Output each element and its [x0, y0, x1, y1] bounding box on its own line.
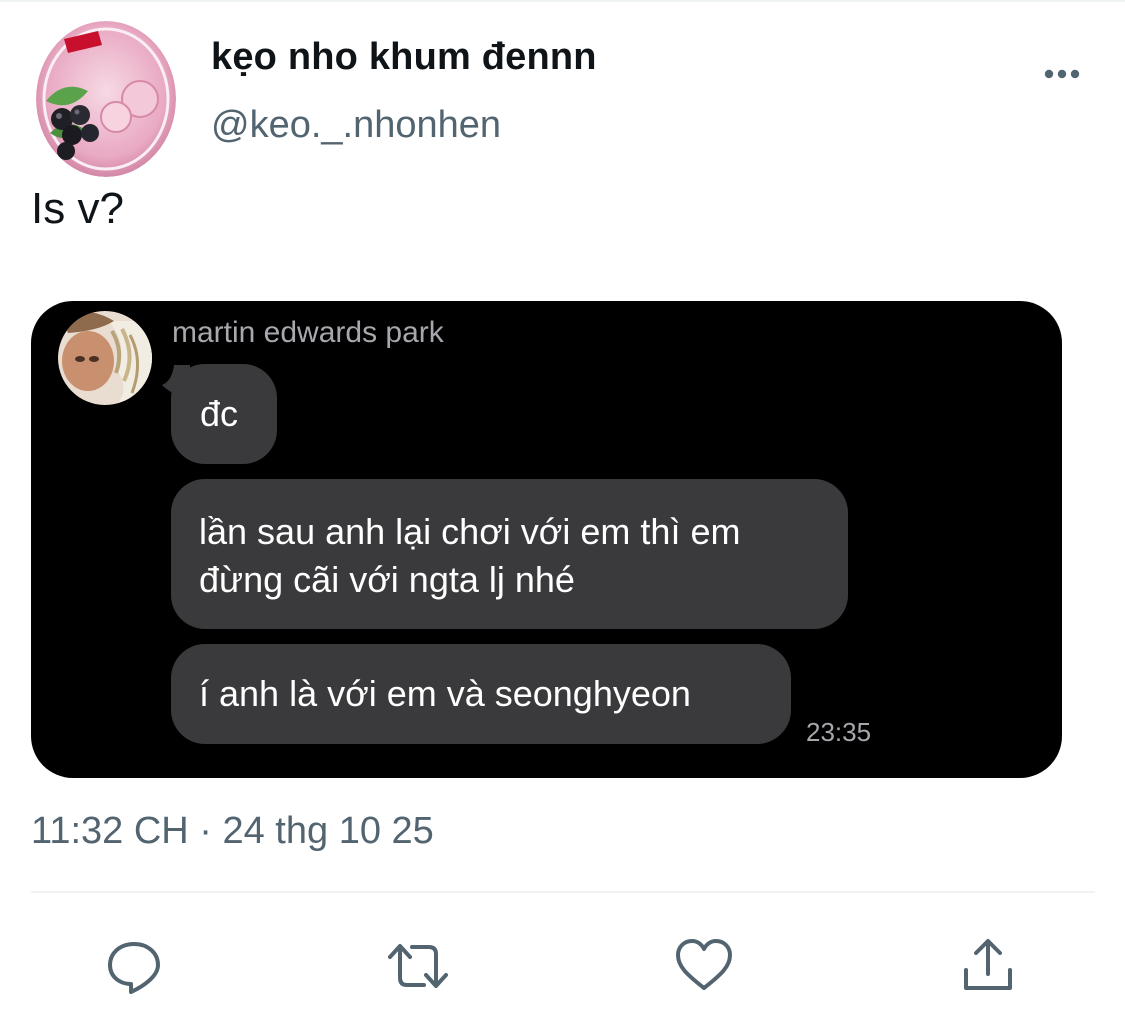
more-button[interactable]	[1034, 54, 1094, 94]
profile-photo-icon	[58, 311, 152, 405]
attached-image[interactable]: martin edwards park đc lần sau anh lại c…	[31, 301, 1062, 778]
chat-message-text: đc	[200, 393, 239, 434]
chat-message-text: í anh là với em và seonghyeon	[199, 673, 691, 714]
more-horizontal-icon	[1044, 69, 1080, 79]
reply-button[interactable]	[104, 936, 164, 996]
handle[interactable]: @keo._.nhonhen	[211, 104, 501, 147]
display-name[interactable]: kẹo nho khum đennn	[211, 36, 597, 79]
tweet-text: Is v?	[31, 184, 124, 233]
reply-icon	[108, 942, 160, 994]
chat-message: lần sau anh lại chơi với em thì em đừng …	[171, 479, 848, 629]
retweet-icon	[388, 944, 448, 988]
chat-message: đc	[171, 364, 277, 464]
like-button[interactable]	[674, 936, 734, 996]
divider	[31, 891, 1095, 893]
share-button[interactable]	[958, 936, 1018, 996]
share-icon	[964, 939, 1012, 990]
candy-logo-icon	[36, 21, 176, 177]
chat-timestamp: 23:35	[806, 717, 872, 747]
heart-icon	[676, 939, 732, 990]
chat-message-text: đừng cãi với ngta lj nhé	[199, 559, 575, 600]
top-border	[0, 0, 1125, 2]
author-avatar[interactable]	[36, 21, 176, 177]
chat-avatar	[58, 311, 152, 405]
retweet-button[interactable]	[386, 936, 448, 996]
chat-message: í anh là với em và seonghyeon	[171, 644, 791, 744]
chat-message-text: lần sau anh lại chơi với em thì em	[199, 511, 741, 552]
tweet-timestamp[interactable]: 11:32 CH · 24 thg 10 25	[31, 810, 434, 853]
chat-sender-name: martin edwards park	[172, 316, 444, 349]
